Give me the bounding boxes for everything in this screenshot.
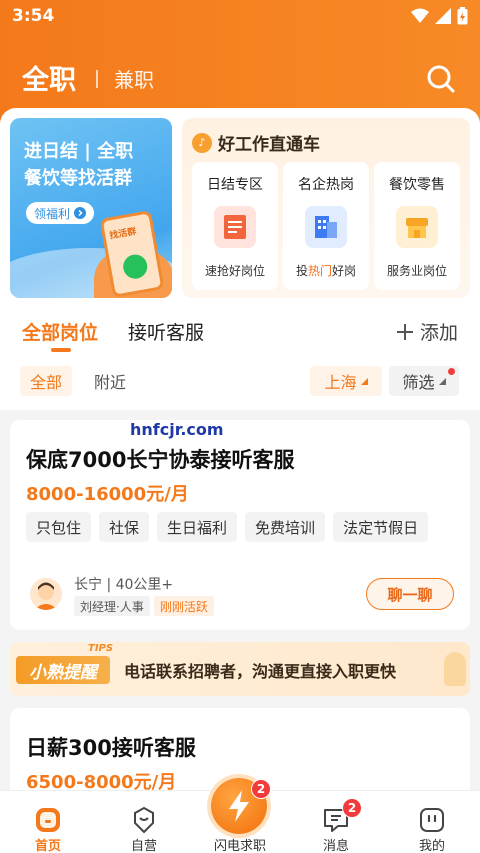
job-tabs: 全部岗位 接听客服 添加 <box>0 314 480 354</box>
banner-button[interactable]: 领福利 <box>26 202 95 224</box>
triangle-down-icon <box>360 377 368 385</box>
hot-card-title: 名企热岗 <box>298 177 354 193</box>
triangle-down-icon <box>438 377 446 385</box>
tab-mine[interactable]: 我的 <box>384 791 480 853</box>
filter-button[interactable]: 筛选 <box>389 366 459 396</box>
add-label: 添加 <box>419 322 458 344</box>
search-icon[interactable] <box>426 64 456 94</box>
hot-card-sub: 投热门好岗 <box>283 262 369 279</box>
job-salary: 8000-16000元/月 <box>26 484 189 505</box>
hot-card-title: 日结专区 <box>207 177 263 193</box>
tips-badge: 小熟提醒 <box>16 656 110 684</box>
watermark: hnfcjr.com <box>130 420 224 439</box>
tab-parttime[interactable]: 兼职 <box>114 64 154 93</box>
tab-listening[interactable]: 接听客服 <box>128 318 204 345</box>
add-button[interactable]: 添加 <box>396 318 458 345</box>
recruiter-info: 刘经理·人事 刚刚活跃 <box>74 596 214 616</box>
wifi-icon <box>411 8 429 23</box>
tab-mine-label: 我的 <box>418 839 445 853</box>
document-icon <box>214 206 256 248</box>
flash-badge: 2 <box>251 779 271 799</box>
tab-home-label: 首页 <box>34 839 61 853</box>
nav-divider <box>96 70 98 88</box>
briefcase-icon: ♪ <box>192 132 212 153</box>
banner-title: 进日结 | 全职 餐饮等找活群 <box>24 138 133 192</box>
tips-badge-sup: TIPS <box>88 643 114 654</box>
phone-label: 找活群 <box>108 227 138 242</box>
filter-bar: 全部 附近 上海 筛选 <box>0 366 480 400</box>
tab-flash-label: 闪电求职 <box>213 839 266 853</box>
hot-card-sub-text: 服务业岗位 <box>386 264 447 278</box>
banner-line1: 进日结 | 全职 <box>24 141 134 162</box>
active-status: 刚刚活跃 <box>153 596 214 616</box>
diamond-icon <box>134 806 154 834</box>
battery-icon <box>457 7 468 25</box>
tips-banner: 小熟提醒 TIPS 电话联系招聘者，沟通更直接入职更快 <box>10 642 470 696</box>
status-bar: 3:54 <box>0 0 480 34</box>
lightbulb-icon <box>444 652 466 686</box>
job-tag: 社保 <box>99 512 150 542</box>
filter-label: 筛选 <box>402 373 435 392</box>
tab-all-jobs[interactable]: 全部岗位 <box>22 318 98 345</box>
job-title: 保底7000长宁协泰接听客服 <box>26 448 295 472</box>
main-panel: 进日结 | 全职 餐饮等找活群 领福利 找活群 ♪ 好工作直通车 日结专区 速抢… <box>0 108 480 410</box>
tab-messages[interactable]: 消息 <box>288 791 384 853</box>
notification-dot <box>448 368 455 375</box>
hot-jobs-title: ♪ 好工作直通车 <box>192 130 320 155</box>
arrow-right-icon <box>74 207 87 219</box>
hot-card-daily[interactable]: 日结专区 速抢好岗位 <box>192 162 278 290</box>
banner-button-label: 领福利 <box>34 206 71 221</box>
tab-self[interactable]: 自营 <box>96 791 192 853</box>
city-label: 上海 <box>324 373 357 392</box>
status-time: 3:54 <box>12 6 55 26</box>
hot-card-famous[interactable]: 名企热岗 投热门好岗 <box>283 162 369 290</box>
job-tag: 免费培训 <box>245 512 326 542</box>
messages-badge: 2 <box>342 798 362 818</box>
chat-button[interactable]: 聊一聊 <box>366 578 454 610</box>
job-location: 长宁 | 40公里+ <box>74 577 174 593</box>
status-icons <box>411 7 468 25</box>
shop-icon <box>396 206 438 248</box>
hot-jobs-title-text: 好工作直通车 <box>218 135 320 155</box>
tab-fulltime[interactable]: 全职 <box>22 58 76 97</box>
city-select[interactable]: 上海 <box>310 366 382 396</box>
profile-icon <box>420 808 444 832</box>
recruiter-name: 刘经理·人事 <box>74 596 150 616</box>
plus-icon <box>396 323 413 340</box>
job-tag: 只包住 <box>26 512 92 542</box>
tab-messages-label: 消息 <box>322 839 349 853</box>
tips-text: 电话联系招聘者，沟通更直接入职更快 <box>124 662 397 681</box>
hot-card-sub-b: 好岗 <box>332 264 357 278</box>
avatar <box>30 578 62 610</box>
home-icon <box>36 808 60 832</box>
filter-all[interactable]: 全部 <box>20 366 72 396</box>
tab-home[interactable]: 首页 <box>0 791 96 853</box>
hot-jobs-panel: ♪ 好工作直通车 日结专区 速抢好岗位 名企热岗 投热门好岗 餐饮零售 服务业岗… <box>182 118 470 298</box>
hot-card-sub: 速抢好岗位 <box>192 262 278 279</box>
hot-card-title: 餐饮零售 <box>389 177 445 193</box>
signal-icon <box>435 8 451 24</box>
tab-self-label: 自营 <box>130 839 157 853</box>
job-title: 日薪300接听客服 <box>26 736 196 760</box>
job-tags: 只包住 社保 生日福利 免费培训 法定节假日 <box>26 512 429 542</box>
top-nav: 全职 兼职 <box>0 56 480 104</box>
hot-card-sub-highlight: 热门 <box>307 264 332 278</box>
job-card[interactable]: hnfcjr.com 保底7000长宁协泰接听客服 8000-16000元/月 … <box>10 420 470 630</box>
banner-line2: 餐饮等找活群 <box>24 168 132 189</box>
hot-cards: 日结专区 速抢好岗位 名企热岗 投热门好岗 餐饮零售 服务业岗位 <box>192 162 460 290</box>
hot-card-sub-text: 速抢好岗位 <box>204 264 265 278</box>
hot-card-retail[interactable]: 餐饮零售 服务业岗位 <box>374 162 460 290</box>
tab-underline <box>51 348 71 352</box>
wechat-icon <box>121 252 150 281</box>
building-icon <box>305 206 347 248</box>
filter-nearby[interactable]: 附近 <box>80 366 140 396</box>
hot-card-sub-a: 投 <box>295 264 308 278</box>
job-tag: 生日福利 <box>157 512 238 542</box>
group-banner[interactable]: 进日结 | 全职 餐饮等找活群 领福利 找活群 <box>10 118 172 298</box>
hot-card-sub: 服务业岗位 <box>374 262 460 279</box>
job-tag: 法定节假日 <box>333 512 429 542</box>
